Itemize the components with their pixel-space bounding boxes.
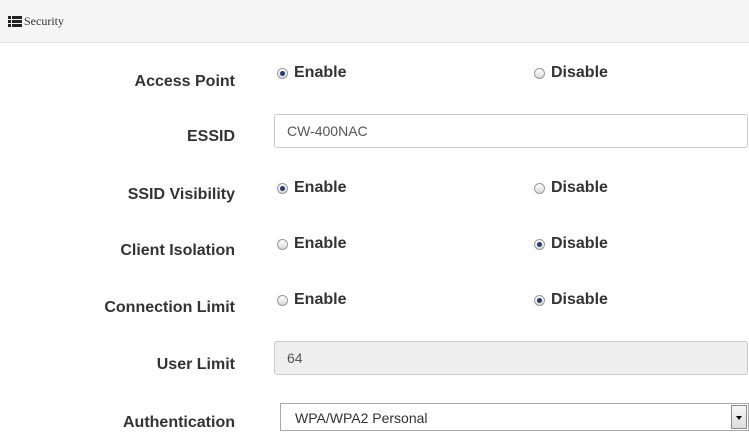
radio-label: Disable — [551, 291, 608, 308]
radio-button[interactable] — [534, 182, 545, 194]
radio-button[interactable] — [534, 67, 545, 79]
panel-header: Security — [0, 0, 749, 43]
ssid-visibility-label: SSID Visibility — [127, 186, 235, 203]
radio-label: Enable — [294, 179, 347, 196]
essid-label: ESSID — [186, 128, 235, 145]
ssid-visibility-enable-radio[interactable]: Enable — [277, 179, 346, 197]
panel-title: Security — [24, 14, 64, 28]
radio-label: Disable — [551, 64, 608, 81]
client-isolation-enable-radio[interactable]: Enable — [277, 235, 346, 253]
radio-label: Disable — [551, 235, 608, 252]
connection-limit-label: Connection Limit — [104, 299, 235, 316]
access-point-label: Access Point — [134, 73, 235, 90]
radio-label: Enable — [294, 291, 347, 308]
ssid-visibility-disable-radio[interactable]: Disable — [534, 179, 608, 197]
chevron-down-icon[interactable] — [731, 405, 747, 429]
connection-limit-enable-radio[interactable]: Enable — [277, 291, 346, 309]
radio-button[interactable] — [277, 182, 288, 194]
radio-button[interactable] — [277, 67, 288, 79]
radio-button[interactable] — [534, 294, 545, 306]
radio-label: Enable — [294, 235, 347, 252]
user-limit-input[interactable] — [274, 341, 748, 375]
access-point-disable-radio[interactable]: Disable — [534, 64, 608, 82]
access-point-enable-radio[interactable]: Enable — [277, 64, 346, 82]
essid-input[interactable] — [274, 114, 748, 148]
connection-limit-disable-radio[interactable]: Disable — [534, 291, 608, 309]
client-isolation-disable-radio[interactable]: Disable — [534, 235, 608, 253]
authentication-select[interactable]: WPA/WPA2 Personal — [280, 403, 749, 431]
radio-button[interactable] — [277, 238, 288, 250]
radio-button[interactable] — [534, 238, 545, 250]
radio-label: Enable — [294, 64, 347, 81]
radio-button[interactable] — [277, 294, 288, 306]
authentication-label: Authentication — [123, 414, 235, 431]
radio-label: Disable — [551, 179, 608, 196]
user-limit-label: User Limit — [156, 356, 235, 373]
client-isolation-label: Client Isolation — [120, 242, 235, 259]
authentication-select-value: WPA/WPA2 Personal — [295, 410, 428, 426]
list-icon — [8, 16, 22, 27]
